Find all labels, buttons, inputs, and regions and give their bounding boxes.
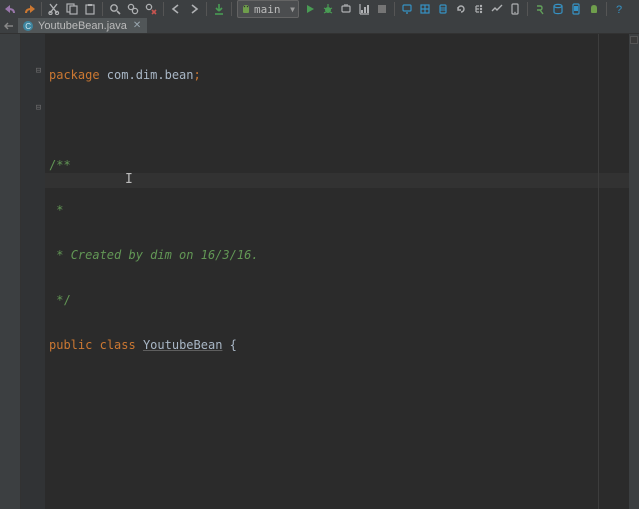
keyword-class: class: [100, 338, 136, 352]
coverage-icon[interactable]: [356, 1, 372, 17]
fold-end-icon[interactable]: ⊟: [34, 104, 43, 113]
keyword-public: public: [49, 338, 92, 352]
run-icon[interactable]: [302, 1, 318, 17]
keyword-package: package: [49, 68, 100, 82]
memory-monitor-icon[interactable]: [489, 1, 505, 17]
toolbar-separator: [41, 2, 42, 16]
error-stripe[interactable]: [629, 34, 639, 509]
toolbar-separator: [394, 2, 395, 16]
javadoc-line: /**: [49, 158, 71, 172]
run-config-label: main: [254, 3, 281, 16]
project-structure-icon[interactable]: [471, 1, 487, 17]
close-find-icon[interactable]: [143, 1, 159, 17]
code-editor[interactable]: package com.dim.bean; /** * * Created by…: [45, 34, 629, 509]
android-icon[interactable]: [586, 1, 602, 17]
editor-gutter[interactable]: ⊟ ⊟: [21, 34, 45, 509]
toolbar-separator: [102, 2, 103, 16]
find-icon[interactable]: [107, 1, 123, 17]
main-toolbar: main ▼: [0, 0, 639, 18]
semicolon: ;: [194, 68, 201, 82]
database-icon[interactable]: [550, 1, 566, 17]
hide-toolwindow-icon[interactable]: [0, 18, 18, 33]
editor-area: ⊟ ⊟ package com.dim.bean; /** * * Create…: [0, 34, 639, 509]
make-icon[interactable]: [211, 1, 227, 17]
replace-icon[interactable]: [125, 1, 141, 17]
inspection-indicator[interactable]: [630, 36, 638, 44]
open-brace: {: [222, 338, 236, 352]
svg-text:C: C: [25, 22, 31, 31]
chevron-down-icon: ▼: [290, 5, 295, 14]
gson-format-icon[interactable]: [532, 1, 548, 17]
paste-icon[interactable]: [82, 1, 98, 17]
back-icon[interactable]: [168, 1, 184, 17]
run-config-selector[interactable]: main ▼: [237, 0, 299, 18]
forward-icon[interactable]: [186, 1, 202, 17]
android-icon: [241, 4, 251, 14]
left-tool-strip: [0, 34, 21, 509]
undo-icon[interactable]: [3, 1, 19, 17]
sync-gradle-icon[interactable]: [453, 1, 469, 17]
toolbar-separator: [231, 2, 232, 16]
help-icon[interactable]: ?: [611, 1, 627, 17]
javadoc-line: */: [49, 293, 71, 307]
svg-text:?: ?: [616, 4, 622, 15]
avd-manager-icon[interactable]: [399, 1, 415, 17]
java-class-file-icon: C: [22, 20, 34, 32]
fold-start-icon[interactable]: ⊟: [34, 67, 43, 76]
toolbar-separator: [163, 2, 164, 16]
close-tab-icon[interactable]: ✕: [133, 20, 141, 31]
ddms-icon[interactable]: [435, 1, 451, 17]
javadoc-line: *: [49, 248, 71, 262]
android-device-icon[interactable]: [507, 1, 523, 17]
editor-tab[interactable]: C YoutubeBean.java ✕: [18, 18, 148, 33]
redo-icon[interactable]: [21, 1, 37, 17]
cut-icon[interactable]: [46, 1, 62, 17]
package-name: com.dim.bean: [100, 68, 194, 82]
toolbar-separator: [206, 2, 207, 16]
emulator-icon[interactable]: [568, 1, 584, 17]
javadoc-text: Created by dim on 16/3/16.: [71, 248, 259, 262]
attach-debugger-icon[interactable]: [338, 1, 354, 17]
copy-icon[interactable]: [64, 1, 80, 17]
tab-filename: YoutubeBean.java: [38, 20, 127, 32]
stop-icon[interactable]: [374, 1, 390, 17]
javadoc-line: *: [49, 203, 63, 217]
class-identifier: YoutubeBean: [143, 338, 222, 352]
toolbar-separator: [527, 2, 528, 16]
editor-tabbar: C YoutubeBean.java ✕: [0, 18, 639, 34]
sdk-manager-icon[interactable]: [417, 1, 433, 17]
toolbar-separator: [606, 2, 607, 16]
debug-icon[interactable]: [320, 1, 336, 17]
